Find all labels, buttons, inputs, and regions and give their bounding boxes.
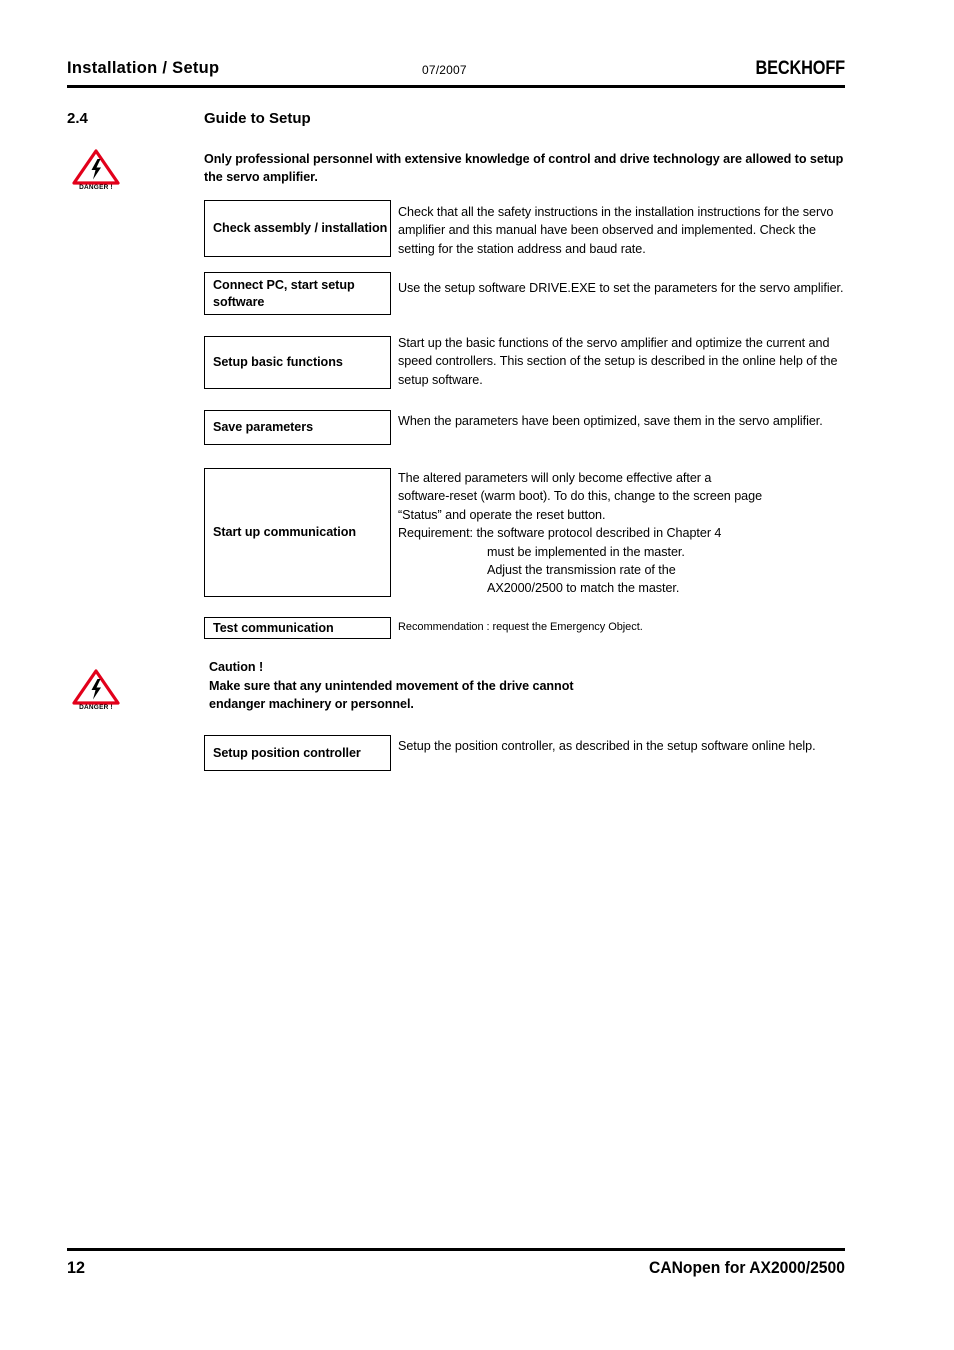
step-text-indented-line: AX2000/2500 to match the master. xyxy=(487,581,680,596)
page-number: 12 xyxy=(67,1258,85,1277)
section-number: 2.4 xyxy=(67,110,88,127)
step-label: Start up communication xyxy=(213,525,357,539)
caution-heading: Caution ! xyxy=(209,660,264,674)
step-text-indented-line: Adjust the transmission rate of the xyxy=(487,563,676,578)
intro-warning-text: Only professional personnel with extensi… xyxy=(204,152,844,184)
caution-line-1: Make sure that any unintended movement o… xyxy=(209,678,574,693)
step-label: Test communication xyxy=(213,620,334,635)
danger-triangle-icon xyxy=(72,669,120,705)
footer-title: CANopen for AX2000/2500 xyxy=(649,1258,845,1277)
step-text-setup-basic-functions: Start up the basic functions of the serv… xyxy=(398,336,838,387)
header-date: 07/2007 xyxy=(422,63,467,77)
danger-icon-label: DANGER ! xyxy=(79,704,113,711)
step-box-start-up-communication: Start up communication xyxy=(204,468,391,597)
step-box-connect-pc: Connect PC, start setup software xyxy=(204,272,391,315)
step-box-save-parameters: Save parameters xyxy=(204,410,391,445)
danger-triangle-icon xyxy=(72,149,120,185)
header-divider xyxy=(67,85,845,88)
step-box-setup-position-controller: Setup position controller xyxy=(204,735,391,771)
danger-icon-label: DANGER ! xyxy=(79,184,113,191)
step-label: Check assembly / installation xyxy=(213,221,388,235)
document-page: Installation / Setup 07/2007 BECKHOFF 2.… xyxy=(0,0,954,1350)
page-title: Guide to Setup xyxy=(204,110,311,127)
step-label: Setup position controller xyxy=(213,745,361,760)
step-box-test-communication: Test communication xyxy=(204,617,391,639)
step-text-save-parameters: When the parameters have been optimized,… xyxy=(398,414,823,428)
step-label: Connect PC, start setup software xyxy=(213,277,355,309)
danger-icon: DANGER ! xyxy=(71,148,121,198)
caution-block: Caution ! Make sure that any unintended … xyxy=(209,658,849,714)
header-title: Installation / Setup xyxy=(67,58,220,77)
step-box-check-assembly: Check assembly / installation xyxy=(204,200,391,257)
step-text-line: “Status” and operate the reset button. xyxy=(398,507,606,522)
beckhoff-logo: BECKHOFF xyxy=(755,58,846,79)
step-text-line: software-reset (warm boot). To do this, … xyxy=(398,489,763,504)
step-box-setup-basic-functions: Setup basic functions xyxy=(204,336,391,389)
footer-divider xyxy=(67,1248,845,1251)
step-text-line: The altered parameters will only become … xyxy=(398,471,712,485)
step-text-test-communication: Recommendation : request the Emergency O… xyxy=(398,621,643,633)
step-text-check-assembly: Check that all the safety instructions i… xyxy=(398,205,834,256)
page-header: Installation / Setup 07/2007 BECKHOFF xyxy=(67,58,845,88)
step-text-line: Requirement: the software protocol descr… xyxy=(398,526,722,541)
step-label: Save parameters xyxy=(213,420,314,434)
danger-icon: DANGER ! xyxy=(71,668,121,718)
step-text-indented-line: must be implemented in the master. xyxy=(487,544,685,559)
caution-line-2: endanger machinery or personnel. xyxy=(209,697,414,711)
step-text-setup-position-controller: Setup the position controller, as descri… xyxy=(398,739,816,753)
step-text-connect-pc: Use the setup software DRIVE.EXE to set … xyxy=(398,281,844,295)
step-label: Setup basic functions xyxy=(213,355,343,369)
step-text-start-up-communication: The altered parameters will only become … xyxy=(398,469,848,598)
